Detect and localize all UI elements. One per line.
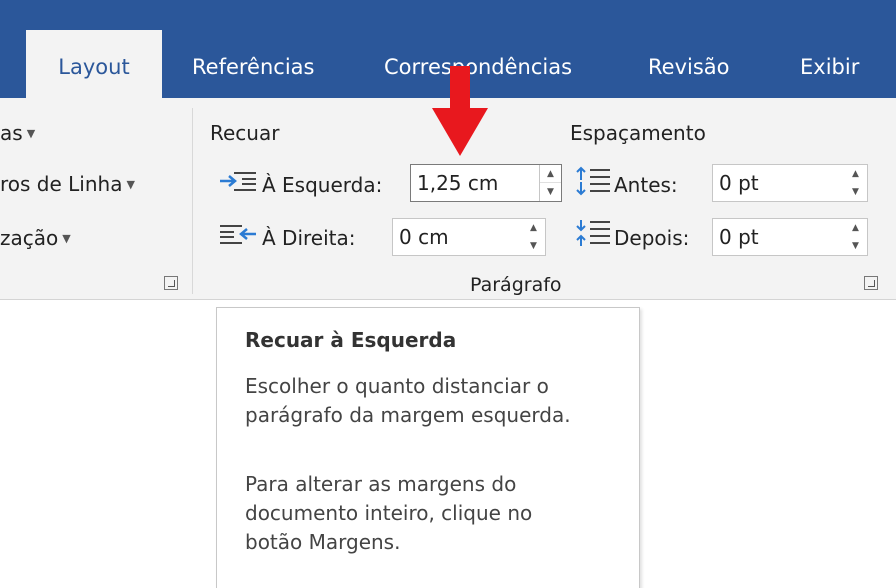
spacing-after-label: Depois: <box>614 226 690 250</box>
indent-left-spinner[interactable]: 1,25 cm ▲ ▼ <box>410 164 562 202</box>
tooltip-title: Recuar à Esquerda <box>245 328 457 352</box>
left-group-line-numbers[interactable]: ros de Linha ▼ <box>0 171 135 198</box>
spacing-after-icon <box>574 218 614 252</box>
spin-down-icon[interactable]: ▼ <box>845 183 866 201</box>
spacing-before-icon <box>574 166 614 200</box>
spacing-before-label: Antes: <box>614 173 678 197</box>
group-divider <box>192 108 193 294</box>
page-setup-launcher-icon[interactable] <box>164 276 178 290</box>
spacing-before-value: 0 pt <box>719 171 759 195</box>
indent-right-icon <box>218 223 258 249</box>
tooltip-line-1: Escolher o quanto distanciar o <box>245 374 549 398</box>
spin-down-icon[interactable]: ▼ <box>540 183 561 201</box>
red-arrow-annotation-icon <box>432 66 488 156</box>
spacing-after-spinner[interactable]: 0 pt ▲ ▼ <box>712 218 868 256</box>
indent-left-spin-buttons: ▲ ▼ <box>539 165 561 201</box>
tooltip-line-3: Para alterar as margens do <box>245 472 517 496</box>
left-group-item-1[interactable]: as ▼ <box>0 120 35 147</box>
spin-up-icon[interactable]: ▲ <box>540 165 561 183</box>
indent-left-value: 1,25 cm <box>417 171 499 195</box>
tab-referencias[interactable]: Referências <box>192 48 314 86</box>
paragraph-group-label: Parágrafo <box>470 274 562 296</box>
left-group-hyphenation[interactable]: zação ▼ <box>0 225 71 252</box>
tooltip-line-4: documento inteiro, clique no <box>245 501 533 525</box>
spin-up-icon[interactable]: ▲ <box>845 219 866 237</box>
tooltip-line-2: parágrafo da margem esquerda. <box>245 403 571 427</box>
spin-down-icon[interactable]: ▼ <box>523 237 544 255</box>
spin-up-icon[interactable]: ▲ <box>845 165 866 183</box>
dropdown-arrow-icon: ▼ <box>126 178 135 191</box>
tab-exibir[interactable]: Exibir <box>800 48 859 86</box>
spacing-header: Espaçamento <box>570 121 706 145</box>
tooltip-indent-left: Recuar à Esquerda Escolher o quanto dist… <box>216 307 640 588</box>
dropdown-arrow-icon: ▼ <box>26 127 36 140</box>
spin-up-icon[interactable]: ▲ <box>523 219 544 237</box>
left-group-item-3-label: zação <box>0 226 59 250</box>
spacing-before-spinner[interactable]: 0 pt ▲ ▼ <box>712 164 868 202</box>
left-group-item-2-label: ros de Linha <box>0 172 123 196</box>
word-window: Layout Referências Correspondências Revi… <box>0 0 896 588</box>
spacing-after-spin-buttons: ▲ ▼ <box>845 219 867 255</box>
paragraph-launcher-icon[interactable] <box>864 276 878 290</box>
indent-right-value: 0 cm <box>399 225 449 249</box>
tab-layout[interactable]: Layout <box>26 30 162 100</box>
indent-right-spinner[interactable]: 0 cm ▲ ▼ <box>392 218 546 256</box>
dropdown-arrow-icon: ▼ <box>62 232 71 245</box>
spacing-before-spin-buttons: ▲ ▼ <box>845 165 867 201</box>
tooltip-line-5: botão Margens. <box>245 530 401 554</box>
spacing-after-value: 0 pt <box>719 225 759 249</box>
indent-header: Recuar <box>210 121 280 145</box>
tab-revisao[interactable]: Revisão <box>648 48 730 86</box>
left-group-item-1-label: as <box>0 121 23 145</box>
indent-right-label: À Direita: <box>262 226 356 250</box>
indent-right-spin-buttons: ▲ ▼ <box>523 219 545 255</box>
indent-left-icon <box>218 170 258 196</box>
spin-down-icon[interactable]: ▼ <box>845 237 866 255</box>
indent-left-label: À Esquerda: <box>262 173 383 197</box>
